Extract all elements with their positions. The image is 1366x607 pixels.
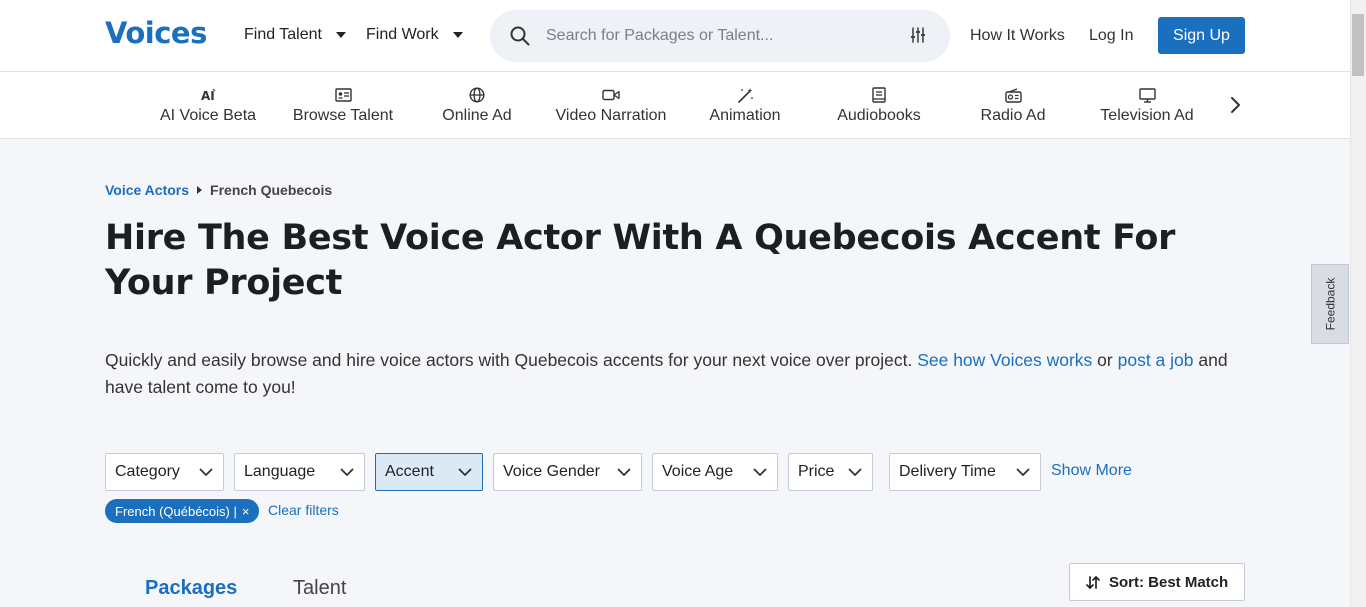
video-camera-icon	[602, 86, 620, 104]
category-label: Online Ad	[442, 107, 512, 124]
book-icon	[872, 86, 886, 104]
see-how-voices-works-link[interactable]: See how Voices works	[917, 350, 1092, 370]
filter-label: Accent	[385, 463, 434, 480]
filter-voice-age[interactable]: Voice Age	[652, 453, 778, 491]
scrollbar-thumb[interactable]	[1352, 14, 1364, 76]
chevron-down-icon	[848, 468, 862, 476]
monitor-icon	[1138, 86, 1156, 104]
category-browse-talent[interactable]: Browse Talent	[276, 72, 410, 139]
page-title: Hire The Best Voice Actor With A Quebeco…	[105, 218, 1176, 303]
voices-logo[interactable]: Voices	[105, 16, 207, 50]
filter-sliders-icon[interactable]	[910, 27, 926, 48]
sign-up-button[interactable]: Sign Up	[1158, 17, 1245, 54]
category-bar: AI AI Voice Beta Browse Talent Online Ad…	[0, 72, 1350, 139]
chevron-down-icon	[753, 468, 767, 476]
filter-label: Voice Age	[662, 463, 734, 480]
category-audiobooks[interactable]: Audiobooks	[812, 72, 946, 139]
filter-category[interactable]: Category	[105, 453, 224, 491]
find-talent-label: Find Talent	[244, 26, 322, 43]
radio-icon	[1004, 86, 1022, 104]
filter-price[interactable]: Price	[788, 453, 873, 491]
page-description: Quickly and easily browse and hire voice…	[105, 347, 1250, 401]
category-radio-ad[interactable]: Radio Ad	[946, 72, 1080, 139]
category-label: AI Voice Beta	[159, 107, 257, 124]
category-ai-voice[interactable]: AI AI Voice Beta	[141, 72, 275, 139]
filter-accent[interactable]: Accent	[375, 453, 483, 491]
id-card-icon	[334, 86, 352, 104]
log-in-link[interactable]: Log In	[1089, 27, 1133, 45]
show-more-filters-link[interactable]: Show More	[1051, 462, 1132, 480]
breadcrumb-voice-actors[interactable]: Voice Actors	[105, 182, 189, 198]
top-navbar: Voices Find Talent Find Work How It Work…	[0, 0, 1350, 72]
post-a-job-link[interactable]: post a job	[1118, 350, 1194, 370]
caret-right-icon	[197, 186, 203, 194]
active-filter-chip[interactable]: French (Québécois) | ×	[105, 499, 260, 523]
description-text: Quickly and easily browse and hire voice…	[105, 350, 913, 370]
globe-icon	[469, 86, 485, 104]
feedback-tab[interactable]: Feedback	[1311, 264, 1349, 344]
sort-arrows-icon	[1086, 575, 1100, 589]
chip-label: French (Québécois) |	[115, 503, 237, 519]
filter-label: Category	[115, 463, 180, 480]
category-label: Audiobooks	[837, 107, 921, 124]
filter-delivery-time[interactable]: Delivery Time	[889, 453, 1041, 491]
search-bar	[490, 10, 950, 62]
ai-icon: AI	[200, 86, 216, 104]
magic-wand-icon	[737, 86, 754, 104]
tab-talent[interactable]: Talent	[293, 577, 346, 600]
breadcrumb-current: French Quebecois	[210, 182, 333, 198]
close-icon[interactable]: ×	[242, 504, 250, 519]
chevron-down-icon	[617, 468, 631, 476]
chevron-down-icon	[452, 32, 463, 38]
category-label: Animation	[709, 107, 781, 124]
tab-packages[interactable]: Packages	[145, 577, 237, 600]
description-connector: or	[1097, 350, 1113, 370]
sort-label: Sort: Best Match	[1109, 573, 1229, 591]
category-animation[interactable]: Animation	[678, 72, 812, 139]
svg-text:AI: AI	[201, 89, 215, 102]
chevron-right-icon[interactable]	[1228, 96, 1242, 119]
category-online-ad[interactable]: Online Ad	[410, 72, 544, 139]
how-it-works-link[interactable]: How It Works	[970, 27, 1065, 45]
filter-label: Language	[244, 463, 316, 480]
breadcrumb: Voice Actors French Quebecois	[105, 182, 332, 198]
feedback-label: Feedback	[1323, 277, 1338, 331]
category-label: Video Narration	[555, 107, 667, 124]
category-television-ad[interactable]: Television Ad	[1080, 72, 1214, 139]
search-icon[interactable]	[510, 26, 530, 51]
category-label: Television Ad	[1100, 107, 1194, 124]
chevron-down-icon	[340, 468, 354, 476]
search-input[interactable]	[546, 24, 876, 48]
sort-button[interactable]: Sort: Best Match	[1069, 563, 1245, 601]
category-label: Browse Talent	[292, 107, 394, 124]
filter-label: Voice Gender	[503, 463, 600, 480]
clear-filters-link[interactable]: Clear filters	[268, 502, 339, 518]
category-video-narration[interactable]: Video Narration	[544, 72, 678, 139]
filter-language[interactable]: Language	[234, 453, 365, 491]
filter-label: Price	[798, 463, 835, 480]
chevron-down-icon	[1016, 468, 1030, 476]
filter-voice-gender[interactable]: Voice Gender	[493, 453, 642, 491]
chevron-down-icon	[199, 468, 213, 476]
chevron-down-icon	[335, 32, 346, 38]
find-work-label: Find Work	[366, 26, 439, 43]
chevron-down-icon	[458, 468, 472, 476]
filter-label: Delivery Time	[899, 463, 996, 480]
scrollbar-track[interactable]	[1350, 0, 1366, 607]
find-work-menu[interactable]: Find Work	[366, 26, 463, 44]
find-talent-menu[interactable]: Find Talent	[244, 26, 346, 44]
category-label: Radio Ad	[980, 107, 1046, 124]
